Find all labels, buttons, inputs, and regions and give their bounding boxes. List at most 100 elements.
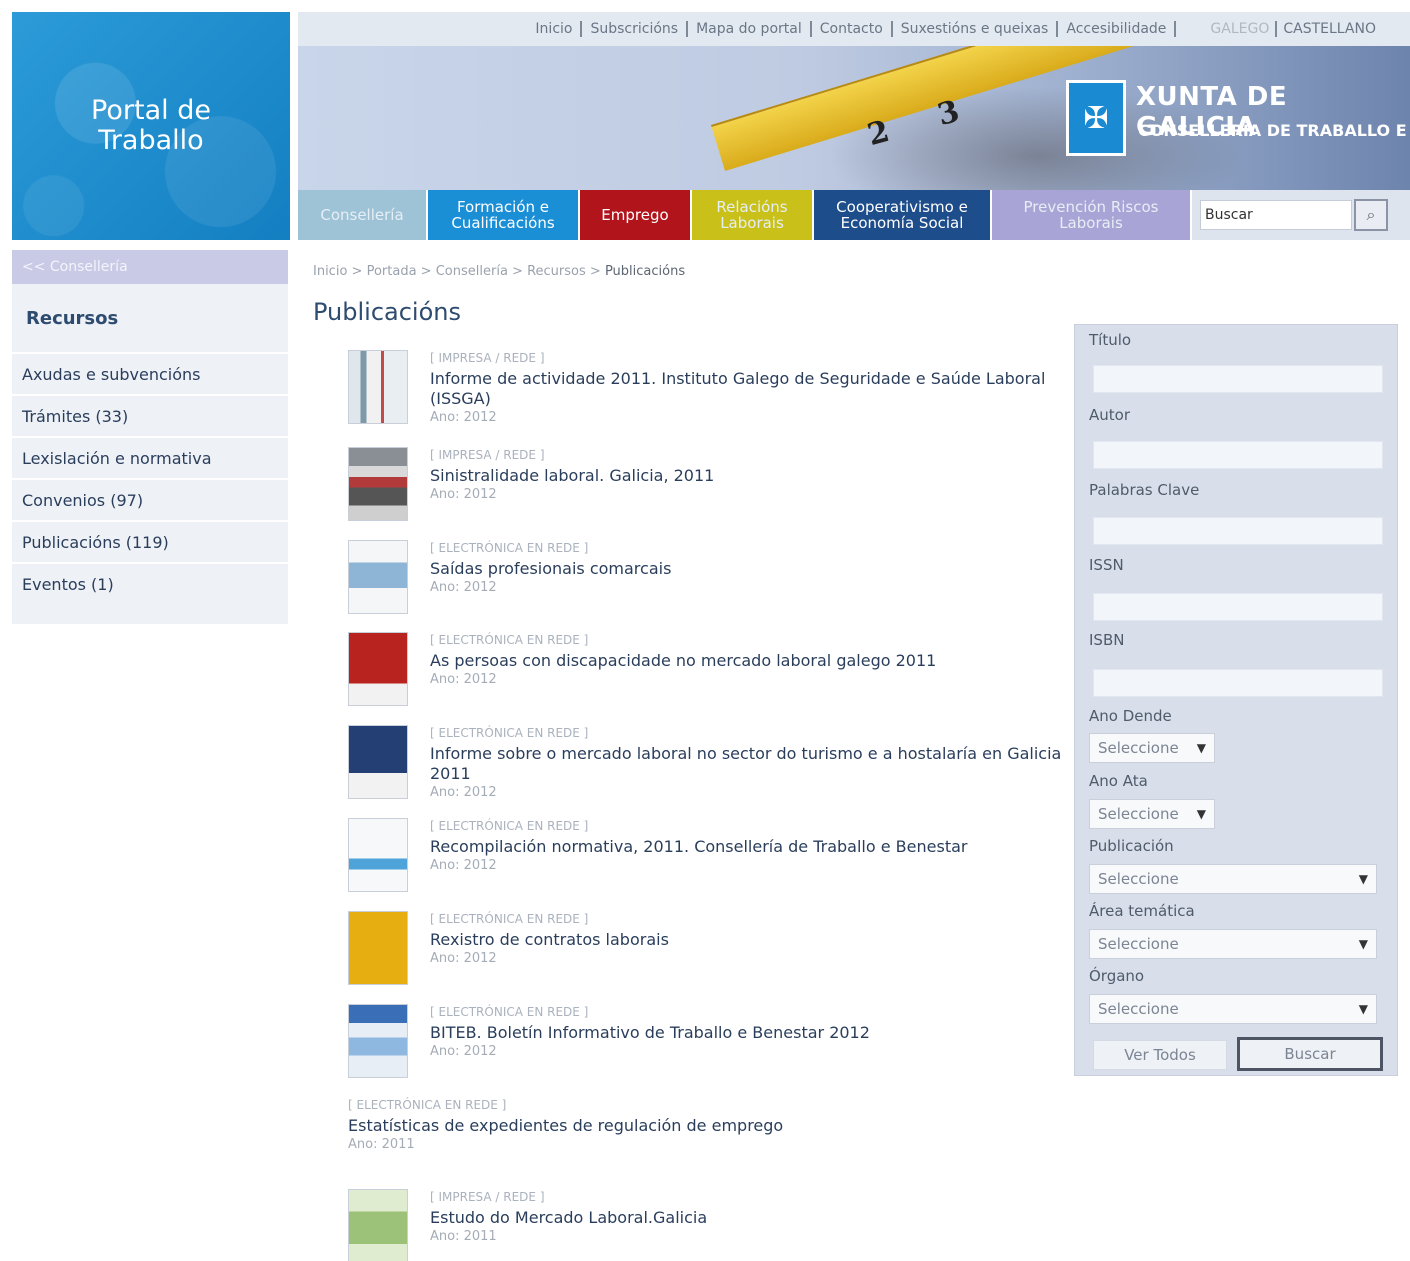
publication-cover[interactable]	[348, 1189, 408, 1261]
select-value: Seleccione	[1098, 935, 1179, 953]
titulo-field[interactable]	[1093, 365, 1383, 393]
chevron-down-icon: ▼	[1358, 872, 1368, 886]
filter-label-organo: Órgano	[1089, 967, 1145, 985]
publication-year: Ano: 2012	[430, 785, 497, 800]
sidebar-item-tramites[interactable]: Trámites (33)	[12, 396, 288, 438]
ver-todos-button[interactable]: Ver Todos	[1093, 1040, 1227, 1070]
search-icon: ⌕	[1366, 205, 1376, 224]
chevron-down-icon: ▼	[1358, 937, 1368, 951]
search-filter-panel: Título Autor Palabras Clave ISSN ISBN An…	[1074, 324, 1398, 1076]
publication-cover[interactable]	[348, 911, 408, 985]
filter-label-publicacion: Publicación	[1089, 837, 1174, 855]
nav-tab-emprego[interactable]: Emprego	[580, 190, 692, 240]
publication-cover[interactable]	[348, 447, 408, 521]
breadcrumb-item[interactable]: Portada	[367, 264, 417, 279]
sidebar-item-axudas[interactable]: Axudas e subvencións	[12, 354, 288, 396]
publication-year: Ano: 2011	[348, 1137, 415, 1152]
filter-label-ano-dende: Ano Dende	[1089, 707, 1172, 725]
filter-label-palabras: Palabras Clave	[1089, 481, 1200, 499]
buscar-button[interactable]: Buscar	[1237, 1037, 1383, 1071]
nav-tab-conselleria[interactable]: Consellería	[298, 190, 428, 240]
sidebar-item-lexislacion[interactable]: Lexislación e normativa	[12, 438, 288, 480]
ano-dende-select[interactable]: Seleccione ▼	[1089, 733, 1215, 763]
publication-year: Ano: 2012	[430, 1044, 497, 1059]
publication-cover[interactable]	[348, 818, 408, 892]
breadcrumb-item[interactable]: Inicio	[313, 264, 347, 279]
filter-label-ano-ata: Ano Ata	[1089, 772, 1148, 790]
main-nav: Consellería Formación e Cualificacións E…	[298, 190, 1410, 240]
publication-year: Ano: 2012	[430, 580, 497, 595]
chevron-down-icon: ▼	[1196, 807, 1206, 821]
area-tematica-select[interactable]: Seleccione ▼	[1089, 929, 1377, 959]
filter-label-issn: ISSN	[1089, 556, 1124, 574]
xunta-shield-icon[interactable]: ✠	[1066, 80, 1126, 156]
select-value: Seleccione	[1098, 805, 1179, 823]
top-link-subscricions[interactable]: Subscricións	[582, 21, 689, 37]
nav-tab-prevencion[interactable]: Prevención Riscos Laborais	[992, 190, 1192, 240]
header-banner: 2 3 ✠ XUNTA DE GALICIA CONSELLERÍA DE TR…	[298, 46, 1410, 198]
header: Inicio Subscricións Mapa do portal Conta…	[298, 12, 1410, 240]
sidebar-back-link[interactable]: << Consellería	[12, 250, 288, 284]
publication-title[interactable]: Saídas profesionais comarcais	[430, 559, 1070, 579]
publicacion-select[interactable]: Seleccione ▼	[1089, 864, 1377, 894]
top-link-accesibilidade[interactable]: Accesibilidade	[1058, 21, 1177, 37]
isbn-field[interactable]	[1093, 669, 1383, 697]
issn-field[interactable]	[1093, 593, 1383, 621]
select-value: Seleccione	[1098, 739, 1179, 757]
publication-title[interactable]: As persoas con discapacidade no mercado …	[430, 651, 1070, 671]
sidebar-heading: Recursos	[12, 284, 288, 354]
publication-title[interactable]: Informe sobre o mercado laboral no secto…	[430, 744, 1070, 784]
publication-title[interactable]: Recompilación normativa, 2011. Conseller…	[430, 837, 1070, 857]
publication-year: Ano: 2012	[430, 672, 497, 687]
filter-label-autor: Autor	[1089, 406, 1130, 424]
publication-title[interactable]: Informe de actividade 2011. Instituto Ga…	[430, 369, 1070, 409]
publication-cover[interactable]	[348, 540, 408, 614]
ano-ata-select[interactable]: Seleccione ▼	[1089, 799, 1215, 829]
publication-type: [ ELECTRÓNICA EN REDE ]	[430, 1005, 589, 1019]
publication-cover[interactable]	[348, 632, 408, 706]
sidebar-item-publicacions[interactable]: Publicacións (119)	[12, 522, 288, 564]
publication-title[interactable]: Estatísticas de expedientes de regulació…	[348, 1116, 988, 1136]
nav-tab-cooperativismo[interactable]: Cooperativismo e Economía Social	[814, 190, 992, 240]
publication-title[interactable]: Estudo do Mercado Laboral.Galicia	[430, 1208, 1070, 1228]
sidebar-item-convenios[interactable]: Convenios (97)	[12, 480, 288, 522]
nav-tab-relacions[interactable]: Relacións Laborais	[692, 190, 814, 240]
publication-year: Ano: 2012	[430, 951, 497, 966]
search-input[interactable]	[1200, 200, 1352, 230]
nav-tab-formacion[interactable]: Formación e Cualificacións	[428, 190, 580, 240]
lang-castellano[interactable]: CASTELLANO	[1277, 21, 1382, 37]
portal-logo-box[interactable]: Portal de Traballo	[12, 12, 290, 240]
chevron-down-icon: ▼	[1196, 741, 1206, 755]
publication-title[interactable]: BITEB. Boletín Informativo de Traballo e…	[430, 1023, 1070, 1043]
organo-select[interactable]: Seleccione ▼	[1089, 994, 1377, 1024]
breadcrumb-item[interactable]: Recursos	[527, 264, 586, 279]
search-box: ⌕	[1192, 190, 1410, 240]
top-link-mapa[interactable]: Mapa do portal	[688, 21, 812, 37]
top-link-suxestions[interactable]: Suxestións e queixas	[893, 21, 1059, 37]
publication-type: [ IMPRESA / REDE ]	[430, 1190, 545, 1204]
publication-year: Ano: 2011	[430, 1229, 497, 1244]
publication-cover[interactable]	[348, 1004, 408, 1078]
publication-cover[interactable]	[348, 725, 408, 799]
search-button[interactable]: ⌕	[1354, 199, 1388, 231]
publication-title[interactable]: Rexistro de contratos laborais	[430, 930, 1070, 950]
sidebar-item-eventos[interactable]: Eventos (1)	[12, 564, 288, 606]
publication-type: [ ELECTRÓNICA EN REDE ]	[430, 819, 589, 833]
publication-title[interactable]: Sinistralidade laboral. Galicia, 2011	[430, 466, 1070, 486]
publication-type: [ IMPRESA / REDE ]	[430, 351, 545, 365]
breadcrumb: Inicio > Portada > Consellería > Recurso…	[313, 264, 686, 279]
filter-label-isbn: ISBN	[1089, 631, 1125, 649]
select-value: Seleccione	[1098, 1000, 1179, 1018]
chevron-down-icon: ▼	[1358, 1002, 1368, 1016]
top-link-contacto[interactable]: Contacto	[812, 21, 893, 37]
top-link-inicio[interactable]: Inicio	[527, 21, 583, 37]
publication-cover[interactable]	[348, 350, 408, 424]
top-links-bar: Inicio Subscricións Mapa do portal Conta…	[298, 12, 1410, 46]
palabras-clave-field[interactable]	[1093, 517, 1383, 545]
filter-label-titulo: Título	[1089, 331, 1132, 349]
autor-field[interactable]	[1093, 441, 1383, 469]
lang-galego[interactable]: GALEGO	[1176, 21, 1278, 37]
publication-type: [ IMPRESA / REDE ]	[430, 448, 545, 462]
breadcrumb-item[interactable]: Consellería	[436, 264, 508, 279]
portal-title: Portal de Traballo	[91, 95, 211, 156]
